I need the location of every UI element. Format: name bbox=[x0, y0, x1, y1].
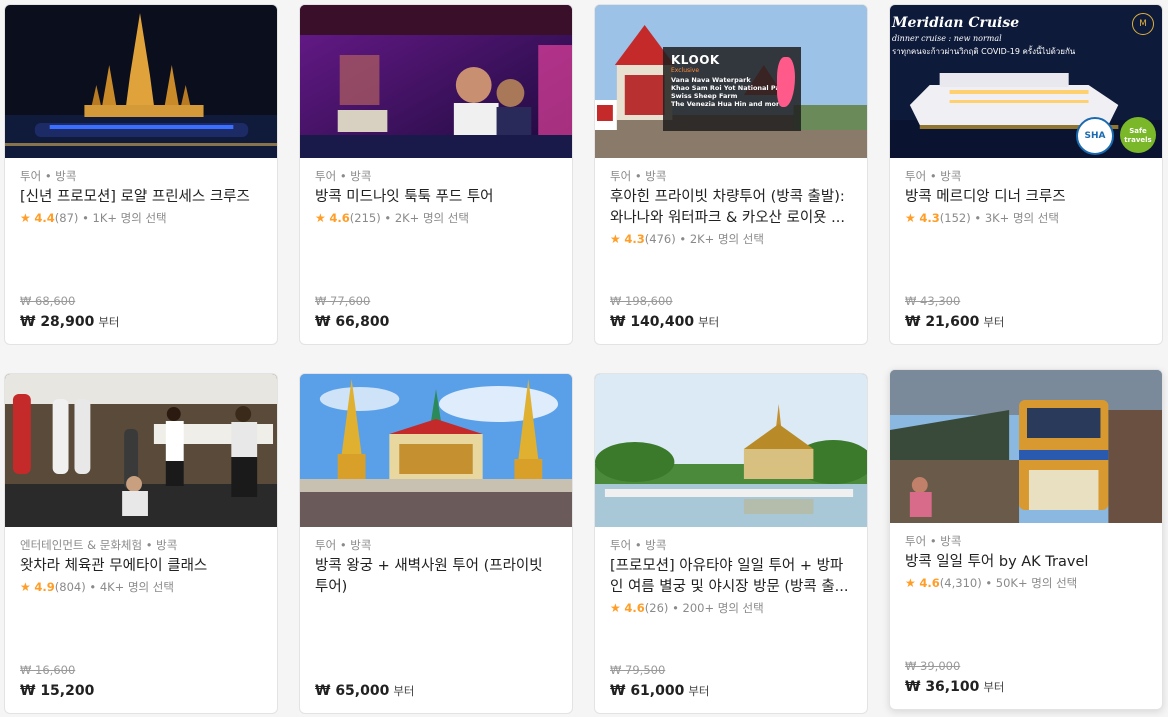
card-title[interactable]: 왓차라 체육관 무에타이 클래스 bbox=[20, 556, 265, 577]
card-title[interactable]: 후아힌 프라이빗 차량투어 (방콕 출발): 와나나와 워터파크 & 카오산 로… bbox=[610, 187, 855, 229]
card-rating: ★ 4.3(476) • 2K+ 명의 선택 bbox=[610, 232, 764, 246]
star-icon: ★ bbox=[905, 211, 916, 225]
original-price: ₩ 43,300 bbox=[905, 294, 961, 308]
original-price: ₩ 16,600 bbox=[20, 663, 76, 677]
price-unit: 부터 bbox=[698, 315, 720, 329]
price-unit: 부터 bbox=[983, 315, 1005, 329]
card-category: 엔터테인먼트 & 문화체험 • 방콕 bbox=[20, 538, 178, 552]
activity-card[interactable]: 투어 • 방콕 [프로모션] 아유타야 일일 투어 + 방파인 여름 별궁 및 … bbox=[594, 373, 868, 714]
activity-card[interactable]: 엔터테인먼트 & 문화체험 • 방콕 왓차라 체육관 무에타이 클래스 ★ 4.… bbox=[4, 373, 278, 714]
price-row: ₩ 28,900 부터 bbox=[20, 311, 120, 330]
price: ₩ 28,900 bbox=[20, 314, 95, 330]
card-category: 투어 • 방콕 bbox=[315, 169, 372, 183]
activity-card[interactable]: 투어 • 방콕 [신년 프로모션] 로얄 프린세스 크루즈 ★ 4.4(87) … bbox=[4, 4, 278, 345]
price: ₩ 21,600 bbox=[905, 314, 980, 330]
activity-card[interactable]: 투어 • 방콕 방콕 왕궁 + 새벽사원 투어 (프라이빗 투어) ₩ 65,0… bbox=[299, 373, 573, 714]
meridian-title: Meridian Cruise bbox=[892, 15, 1020, 31]
card-rating: ★ 4.6(26) • 200+ 명의 선택 bbox=[610, 601, 764, 615]
original-price: ₩ 39,000 bbox=[905, 659, 961, 673]
card-title[interactable]: 방콕 일일 투어 by AK Travel bbox=[905, 552, 1150, 573]
price-unit: 부터 bbox=[393, 684, 415, 698]
price: ₩ 65,000 bbox=[315, 683, 390, 699]
original-price: ₩ 79,500 bbox=[610, 663, 666, 677]
card-category: 투어 • 방콕 bbox=[610, 538, 667, 552]
price-row: ₩ 140,400 부터 bbox=[610, 311, 719, 330]
card-image bbox=[300, 5, 572, 158]
klook-logo: KLOOK bbox=[671, 53, 720, 67]
card-category: 투어 • 방콕 bbox=[315, 538, 372, 552]
activity-card[interactable]: 투어 • 방콕 방콕 일일 투어 by AK Travel ★ 4.6(4,31… bbox=[889, 369, 1163, 710]
card-rating: ★ 4.6(4,310) • 50K+ 명의 선택 bbox=[905, 576, 1078, 590]
card-image bbox=[300, 374, 572, 527]
price: ₩ 36,100 bbox=[905, 679, 980, 695]
price-row: ₩ 36,100 부터 bbox=[905, 676, 1005, 695]
card-title[interactable]: [신년 프로모션] 로얄 프린세스 크루즈 bbox=[20, 187, 265, 208]
star-icon: ★ bbox=[315, 211, 326, 225]
price: ₩ 61,000 bbox=[610, 683, 685, 699]
card-image bbox=[890, 370, 1162, 523]
klook-banner: KLOOK Exclusive Vana Nava Waterpark Khao… bbox=[663, 47, 801, 131]
original-price: ₩ 77,600 bbox=[315, 294, 371, 308]
card-image bbox=[595, 374, 867, 527]
card-category: 투어 • 방콕 bbox=[20, 169, 77, 183]
card-category: 투어 • 방콕 bbox=[905, 534, 962, 548]
card-image: Meridian Cruise dinner cruise : new norm… bbox=[890, 5, 1162, 158]
card-image bbox=[5, 5, 277, 158]
card-rating: ★ 4.3(152) • 3K+ 명의 선택 bbox=[905, 211, 1059, 225]
price-row: ₩ 21,600 부터 bbox=[905, 311, 1005, 330]
sha-badge: SHA bbox=[1076, 117, 1114, 155]
star-icon: ★ bbox=[905, 576, 916, 590]
card-rating: ★ 4.6(215) • 2K+ 명의 선택 bbox=[315, 211, 469, 225]
card-category: 투어 • 방콕 bbox=[610, 169, 667, 183]
card-image: KLOOK Exclusive Vana Nava Waterpark Khao… bbox=[595, 5, 867, 158]
safe-travels-badge: Safe travels bbox=[1120, 117, 1156, 153]
activity-card[interactable]: Meridian Cruise dinner cruise : new norm… bbox=[889, 4, 1163, 345]
card-rating: ★ 4.4(87) • 1K+ 명의 선택 bbox=[20, 211, 167, 225]
star-icon: ★ bbox=[610, 232, 621, 246]
card-title[interactable]: 방콕 메르디앙 디너 크루즈 bbox=[905, 187, 1150, 208]
star-icon: ★ bbox=[610, 601, 621, 615]
star-icon: ★ bbox=[20, 580, 31, 594]
card-category: 투어 • 방콕 bbox=[905, 169, 962, 183]
price: ₩ 66,800 bbox=[315, 314, 390, 330]
card-image bbox=[5, 374, 277, 527]
card-title[interactable]: 방콕 왕궁 + 새벽사원 투어 (프라이빗 투어) bbox=[315, 556, 560, 598]
price-unit: 부터 bbox=[983, 680, 1005, 694]
star-icon: ★ bbox=[20, 211, 31, 225]
price-row: ₩ 61,000 부터 bbox=[610, 680, 710, 699]
card-rating: ★ 4.9(804) • 4K+ 명의 선택 bbox=[20, 580, 174, 594]
card-title[interactable]: 방콕 미드나잇 툭툭 푸드 투어 bbox=[315, 187, 560, 208]
price-unit: 부터 bbox=[688, 684, 710, 698]
price-row: ₩ 15,200 bbox=[20, 680, 98, 699]
original-price: ₩ 68,600 bbox=[20, 294, 76, 308]
price-row: ₩ 66,800 bbox=[315, 311, 393, 330]
activity-card[interactable]: KLOOK Exclusive Vana Nava Waterpark Khao… bbox=[594, 4, 868, 345]
meridian-logo-icon: M bbox=[1132, 13, 1154, 35]
price-unit: 부터 bbox=[98, 315, 120, 329]
card-title[interactable]: [프로모션] 아유타야 일일 투어 + 방파인 여름 별궁 및 야시장 방문 (… bbox=[610, 556, 855, 598]
price: ₩ 140,400 bbox=[610, 314, 695, 330]
price: ₩ 15,200 bbox=[20, 683, 95, 699]
activity-card[interactable]: 투어 • 방콕 방콕 미드나잇 툭툭 푸드 투어 ★ 4.6(215) • 2K… bbox=[299, 4, 573, 345]
original-price: ₩ 198,600 bbox=[610, 294, 673, 308]
price-row: ₩ 65,000 부터 bbox=[315, 680, 415, 699]
